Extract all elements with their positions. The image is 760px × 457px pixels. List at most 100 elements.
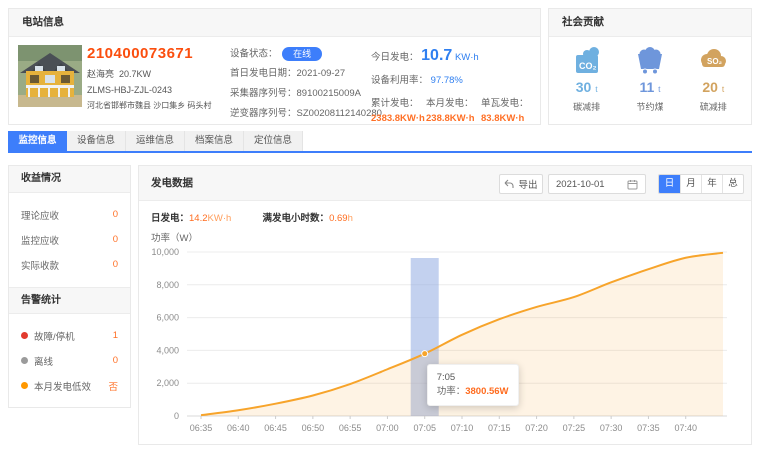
svg-text:4,000: 4,000	[156, 345, 179, 355]
utilization-row: 设备利用率： 97.78%	[371, 72, 536, 86]
first-gen-row: 首日发电日期：2021-09-27	[230, 67, 370, 80]
svg-text:07:20: 07:20	[525, 423, 548, 433]
carbon-reduction-stat: CO₂ 30 t 碳减排	[557, 44, 617, 113]
sulfur-label: 硫减排	[683, 100, 743, 113]
range-year-button[interactable]: 年	[701, 175, 722, 193]
today-generation-row: 今日发电： 10.7 KW·h	[371, 47, 536, 65]
fault-dot-icon	[21, 332, 28, 339]
sidebar-panel: 收益情况 理论应收 0 监控应收 0 实际收款 0 告警统计 故障/停机 1 离…	[8, 165, 131, 408]
svg-text:6,000: 6,000	[156, 313, 179, 323]
tooltip-value: 3800.56W	[465, 386, 508, 397]
tab-operation-info[interactable]: 运维信息	[126, 131, 185, 151]
range-total-button[interactable]: 总	[722, 175, 743, 193]
utilization-label: 设备利用率：	[371, 75, 428, 86]
revenue-section-title: 收益情况	[9, 166, 130, 193]
alarm-row-offline: 离线 0	[9, 348, 130, 373]
full-hours-value: 0.69	[329, 213, 348, 224]
main-tabs: 监控信息 设备信息 运维信息 档案信息 定位信息	[8, 131, 303, 151]
svg-text:SO₂: SO₂	[707, 57, 723, 66]
station-address: 河北省邯郸市魏县 沙口集乡 码头村	[87, 100, 229, 111]
alarm-row-fault: 故障/停机 1	[9, 323, 130, 348]
svg-text:07:00: 07:00	[376, 423, 399, 433]
station-owner-line: 赵海亮 20.7KW	[87, 67, 229, 80]
generation-data-panel: 发电数据 导出 2021-10-01 日 月 年 总 日发电：14.2KW·h	[138, 165, 752, 445]
station-code: ZLMS-HBJ-ZJL-0243	[87, 85, 229, 95]
svg-text:8,000: 8,000	[156, 280, 179, 290]
station-capacity: 20.7KW	[119, 69, 151, 79]
tab-device-info[interactable]: 设备信息	[67, 131, 126, 151]
range-month-button[interactable]: 月	[680, 175, 701, 193]
sulfur-value: 20	[702, 79, 718, 95]
coal-unit: t	[658, 84, 660, 94]
svg-text:07:05: 07:05	[413, 423, 436, 433]
svg-text:10,000: 10,000	[151, 247, 179, 257]
total-generation: 累计发电： 2383.8KW·h	[371, 95, 426, 124]
carbon-label: 碳减排	[557, 100, 617, 113]
revenue-row-actual: 实际收款 0	[9, 252, 130, 277]
today-generation-value: 10.7	[421, 47, 452, 64]
svg-text:06:55: 06:55	[339, 423, 362, 433]
alarm-section-title: 告警统计	[9, 287, 130, 314]
social-contribution-panel: 社会贡献 CO₂ 30 t 碳减排	[548, 8, 752, 125]
range-segmented-control: 日 月 年 总	[658, 174, 744, 194]
range-day-button[interactable]: 日	[659, 175, 680, 193]
co2-cloud-icon: CO₂	[557, 44, 617, 76]
device-status-label: 设备状态：	[230, 49, 278, 60]
power-line-chart[interactable]: 02,0004,0006,0008,00010,00006:3506:4006:…	[139, 242, 753, 442]
so2-cloud-icon: SO₂	[683, 44, 743, 76]
collector-value: 89100215009A	[297, 88, 361, 99]
house-photo-illustration	[18, 45, 82, 107]
tab-monitor-info[interactable]: 监控信息	[8, 131, 67, 151]
coal-saving-stat: 11 t 节约煤	[620, 44, 680, 113]
daily-generation-label: 日发电：	[151, 213, 189, 224]
coal-value: 11	[639, 79, 654, 95]
svg-text:07:15: 07:15	[488, 423, 511, 433]
first-gen-value: 2021-09-27	[297, 68, 346, 79]
inverter-label: 逆变器序列号：	[230, 108, 297, 119]
chart-panel-title: 发电数据	[151, 166, 193, 201]
first-gen-label: 首日发电日期：	[230, 68, 297, 79]
svg-text:06:45: 06:45	[264, 423, 287, 433]
utilization-value: 97.78%	[431, 75, 463, 86]
svg-text:07:35: 07:35	[637, 423, 660, 433]
coal-cart-icon	[620, 44, 680, 76]
svg-text:07:40: 07:40	[674, 423, 697, 433]
svg-text:06:50: 06:50	[302, 423, 325, 433]
tabs-active-underline	[8, 151, 752, 153]
coal-label: 节约煤	[620, 100, 680, 113]
revenue-row-monitored: 监控应收 0	[9, 227, 130, 252]
low-efficiency-dot-icon	[21, 382, 28, 389]
date-picker-input[interactable]: 2021-10-01	[548, 174, 646, 194]
tooltip-time: 7:05	[437, 371, 509, 385]
svg-text:0: 0	[174, 411, 179, 421]
sulfur-unit: t	[722, 84, 724, 94]
collector-row: 采集器序列号：89100215009A	[230, 87, 370, 100]
export-arrow-icon	[504, 179, 514, 189]
social-panel-title: 社会贡献	[549, 9, 751, 37]
inverter-row: 逆变器序列号：SZ00208112140280	[230, 107, 370, 120]
tab-location-info[interactable]: 定位信息	[244, 131, 303, 151]
per-watt-generation: 单瓦发电： 83.8KW·h	[481, 95, 536, 124]
chart-tooltip: 7:05 功率：3800.56W	[427, 364, 519, 406]
date-value: 2021-10-01	[556, 179, 627, 190]
station-photo	[18, 45, 82, 107]
svg-text:07:25: 07:25	[563, 423, 586, 433]
collector-label: 采集器序列号：	[230, 88, 297, 99]
export-button[interactable]: 导出	[499, 174, 543, 194]
svg-text:2,000: 2,000	[156, 378, 179, 388]
offline-dot-icon	[21, 357, 28, 364]
svg-text:07:30: 07:30	[600, 423, 623, 433]
generation-stats-row: 累计发电： 2383.8KW·h 本月发电： 238.8KW·h 单瓦发电： 8…	[371, 95, 536, 124]
device-status-row: 设备状态： 在线	[230, 47, 370, 60]
alarm-row-low-efficiency: 本月发电低效 否	[9, 373, 130, 398]
chart-meta-row: 日发电：14.2KW·h 满发电小时数：0.69h	[151, 210, 353, 224]
station-owner: 赵海亮	[87, 69, 114, 79]
today-generation-label: 今日发电：	[371, 52, 419, 63]
revenue-row-theoretical: 理论应收 0	[9, 202, 130, 227]
svg-text:06:40: 06:40	[227, 423, 250, 433]
chart-canvas[interactable]: 02,0004,0006,0008,00010,00006:3506:4006:…	[139, 242, 753, 442]
sulfur-reduction-stat: SO₂ 20 t 硫减排	[683, 44, 743, 113]
tab-archive-info[interactable]: 档案信息	[185, 131, 244, 151]
status-badge: 在线	[282, 47, 322, 61]
svg-text:CO₂: CO₂	[579, 61, 597, 71]
